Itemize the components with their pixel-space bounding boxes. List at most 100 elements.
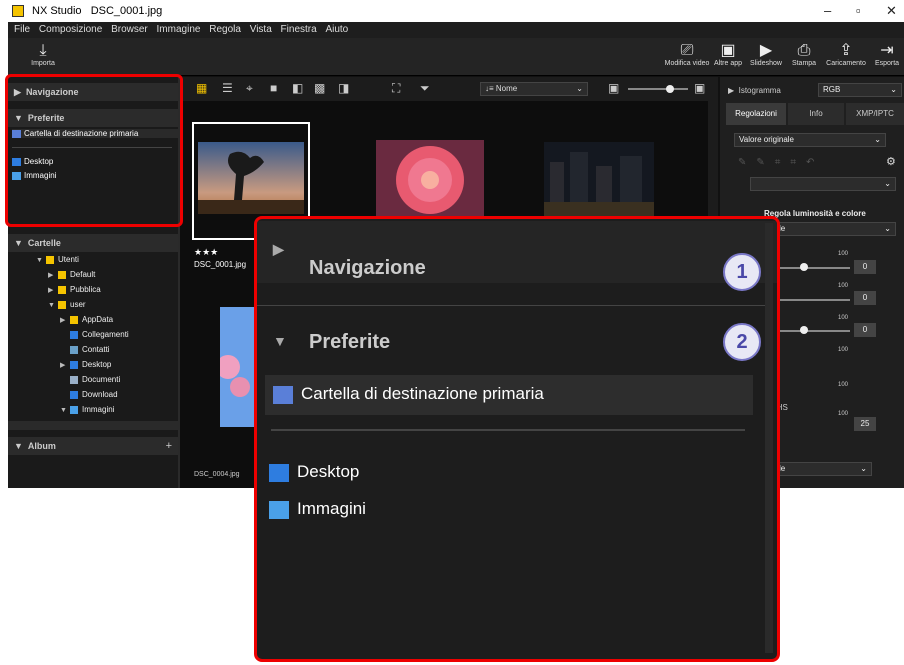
folder-icon (58, 270, 66, 279)
tree-utenti[interactable]: ▼ Utenti (36, 255, 79, 264)
chevron-down-icon: ⌄ (576, 84, 583, 93)
slider-max: 100 (838, 411, 849, 417)
esporta-button[interactable]: ⇥ Esporta (870, 42, 904, 67)
highlight-box (5, 74, 183, 227)
thumbnail-grid-icon[interactable]: ▦ (196, 81, 207, 95)
rating-stars[interactable]: ★★★ (194, 247, 218, 258)
layout-icon[interactable]: ◨ (338, 81, 349, 95)
zoom-preferite-header[interactable]: ▼ Preferite (257, 313, 777, 375)
slider-handle[interactable] (800, 263, 808, 271)
list-view-icon[interactable]: ☰ (222, 81, 233, 95)
menu-file[interactable]: File (14, 22, 30, 38)
gear-icon[interactable]: ⚙ (886, 155, 896, 168)
slider-track[interactable] (770, 267, 850, 269)
menu-browser[interactable]: Browser (111, 22, 148, 38)
import-button[interactable]: ⤓ Importa (20, 42, 66, 67)
filter-icon[interactable]: ⏷ (420, 81, 430, 96)
thumb-small-icon[interactable]: ▣ (608, 81, 619, 95)
tree-collegamenti[interactable]: Collegamenti (70, 330, 129, 339)
download-icon (70, 390, 78, 399)
menu-regola[interactable]: Regola (209, 22, 241, 38)
close-icon[interactable]: ✕ (886, 3, 897, 19)
stampa-button[interactable]: ⎙ Stampa (786, 42, 822, 67)
modifica-video-button[interactable]: ⎚ Modifica video (664, 42, 710, 67)
thumb-large-icon[interactable]: ▣ (694, 81, 705, 95)
toolbar: ⤓ Importa ⎚ Modifica video ▣ Altre app ▶ Sli… (8, 38, 904, 76)
tree-appdata[interactable]: ▶ AppData (60, 315, 113, 324)
app-logo-icon (12, 5, 24, 17)
slider-max: 100 (838, 315, 849, 321)
tree-user[interactable]: ▼ user (48, 300, 86, 309)
value-spinbox[interactable]: 0 (854, 323, 876, 337)
single-view-icon[interactable]: ■ (270, 81, 277, 95)
menu-aiuto[interactable]: Aiuto (325, 22, 348, 38)
map-icon[interactable]: ⌖ (246, 81, 253, 96)
tree-immagini[interactable]: ▼ Immagini (60, 405, 114, 414)
tree-download[interactable]: Download (70, 390, 118, 399)
slider-track[interactable] (770, 299, 850, 301)
album-header[interactable]: ▼ Album + (8, 437, 178, 455)
maximize-icon[interactable]: ▫ (856, 3, 861, 18)
thumb-size-slider[interactable] (628, 88, 688, 90)
chevron-down-icon: ⌄ (884, 179, 891, 188)
altre-app-button[interactable]: ▣ Altre app (710, 42, 746, 67)
menu-bar: File Composizione Browser Immagine Regol… (8, 22, 904, 38)
horizontal-scrollbar[interactable] (8, 421, 178, 430)
slider-max: 100 (838, 347, 849, 353)
menu-finestra[interactable]: Finestra (281, 22, 317, 38)
desktop-icon (269, 463, 289, 482)
thumbnail-filename-2: DSC_0004.jpg (194, 471, 240, 478)
tab-regolazioni[interactable]: Regolazioni (726, 103, 786, 125)
tab-xmp-iptc[interactable]: XMP/IPTC (846, 103, 904, 125)
tab-info[interactable]: Info (788, 103, 844, 125)
pictures-icon (269, 500, 289, 519)
value-spinbox[interactable]: 25 (854, 417, 876, 431)
add-album-icon[interactable]: + (166, 437, 172, 455)
vertical-scrollbar[interactable] (765, 223, 773, 653)
tree-default[interactable]: ▶ Default (48, 270, 95, 279)
fullscreen-icon[interactable]: ⛶ (392, 81, 400, 96)
zoom-navigazione-header[interactable]: ▶ Navigazione (257, 221, 777, 283)
tree-desktop[interactable]: ▶ Desktop (60, 360, 111, 369)
preset-select[interactable]: Valore originale ⌄ (734, 133, 886, 147)
slider-handle[interactable] (800, 326, 808, 334)
chevron-down-icon: ⌄ (860, 464, 867, 473)
app-icon: ▣ (720, 42, 736, 59)
browser-toolbar: ▦ ☰ ⌖ ■ ◧ ▩ ◨ ⛶ ⏷ ↓≡ Nome ⌄ ▣ ▣ (180, 77, 718, 101)
callout-badge-2: 2 (723, 323, 761, 361)
tree-documenti[interactable]: Documenti (70, 375, 120, 384)
compare-icon[interactable]: ◧ (292, 81, 303, 95)
slider-handle[interactable] (666, 85, 674, 93)
menu-composizione[interactable]: Composizione (39, 22, 102, 38)
folder-icon (70, 315, 78, 324)
histogram-channel-select[interactable]: RGB ⌄ (818, 83, 902, 97)
caricamento-button[interactable]: ⇪ Caricamento (822, 42, 870, 67)
slider-max: 100 (838, 382, 849, 388)
folder-icon (46, 255, 54, 264)
tree-pubblica[interactable]: ▶ Pubblica (48, 285, 101, 294)
zoom-fav-immagini[interactable]: Immagini (269, 499, 366, 519)
sort-select[interactable]: ↓≡ Nome ⌄ (480, 82, 588, 96)
adjust-tools[interactable]: ✎✎⌗⌗↶ (738, 157, 848, 168)
value-spinbox[interactable]: 0 (854, 291, 876, 305)
zoom-fav-desktop[interactable]: Desktop (269, 462, 359, 482)
folder-icon (58, 300, 66, 309)
title-bar: NX Studio DSC_0001.jpg – ▫ ✕ (8, 0, 904, 22)
chevron-down-icon: ⌄ (884, 224, 891, 233)
picture-control-select[interactable]: ⌄ (750, 177, 896, 191)
menu-immagine[interactable]: Immagine (157, 22, 201, 38)
slideshow-button[interactable]: ▶ Slideshow (746, 42, 786, 67)
cartelle-header[interactable]: ▼ Cartelle (8, 234, 178, 252)
menu-vista[interactable]: Vista (250, 22, 272, 38)
value-spinbox[interactable]: 0 (854, 260, 876, 274)
chevron-down-icon: ⌄ (874, 135, 881, 144)
zoom-fav-primary[interactable]: Cartella di destinazione primaria (265, 375, 753, 415)
istogramma-header[interactable]: ▶ Istogramma (728, 86, 781, 95)
slideshow-icon: ▶ (759, 42, 773, 59)
section-header[interactable]: Regola luminosità e colore (764, 209, 866, 218)
slider-track[interactable] (770, 330, 850, 332)
documents-icon (70, 375, 78, 384)
tree-contatti[interactable]: Contatti (70, 345, 110, 354)
minimize-icon[interactable]: – (824, 3, 831, 18)
multi-view-icon[interactable]: ▩ (314, 81, 325, 95)
